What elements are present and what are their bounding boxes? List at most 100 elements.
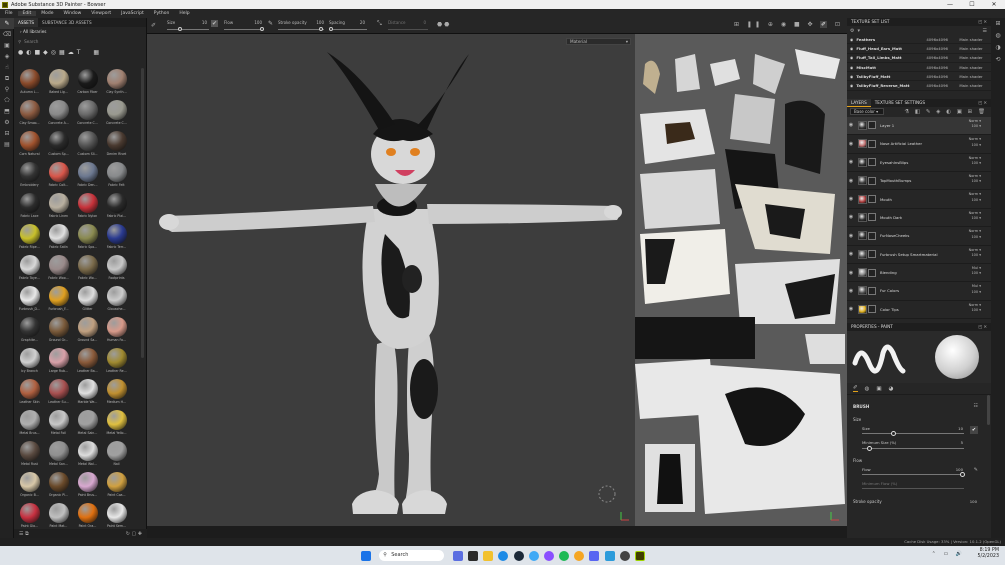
layer-row[interactable]: ◉ Layer 1 Norm ▾ 100 ▾ bbox=[847, 116, 991, 136]
asset-item[interactable]: Ground Sa... bbox=[74, 316, 101, 343]
eye-icon[interactable]: ◉ bbox=[847, 288, 855, 294]
toolbar-stroke-value[interactable]: 100 bbox=[316, 20, 324, 25]
stencil-tab-icon[interactable]: ◕ bbox=[889, 386, 894, 392]
prop-size-slider[interactable] bbox=[891, 431, 896, 437]
filter-environments-icon[interactable]: ☁ bbox=[68, 49, 74, 56]
asset-item[interactable]: Paint Mat... bbox=[45, 502, 72, 529]
layer-blend-opacity[interactable]: Norm ▾ 100 ▾ bbox=[969, 211, 981, 222]
asset-item[interactable]: Fabric Terr... bbox=[103, 223, 130, 250]
layer-name[interactable]: Fur Colors bbox=[880, 288, 950, 293]
paint-tool-icon[interactable]: ✎ bbox=[0, 18, 14, 29]
prop-min-size-slider[interactable] bbox=[867, 446, 872, 452]
toolbar-flow-value[interactable]: 100 bbox=[254, 20, 262, 25]
app-icon-blue[interactable] bbox=[604, 550, 615, 561]
eye-icon[interactable]: ◉ bbox=[847, 214, 855, 220]
smudge-tool-icon[interactable]: ☝ bbox=[0, 62, 14, 73]
display-settings-icon[interactable]: ◍ bbox=[991, 30, 1005, 42]
menu-icon[interactable]: ☰ bbox=[983, 28, 987, 34]
asset-item[interactable]: Fabric Toye... bbox=[16, 254, 43, 281]
toolbar-spacing-slider[interactable] bbox=[329, 27, 333, 31]
asset-item[interactable]: Glitter bbox=[74, 285, 101, 312]
menu-python[interactable]: Python bbox=[149, 11, 175, 16]
layer-name[interactable]: Mouth bbox=[880, 197, 950, 202]
layer-blend-opacity[interactable]: Norm ▾ 100 ▾ bbox=[969, 174, 981, 185]
grid-view-icon[interactable]: ▦ bbox=[93, 49, 99, 56]
app-icon-orange[interactable] bbox=[574, 550, 585, 561]
asset-item[interactable]: Fabric Woo... bbox=[45, 254, 72, 281]
asset-item[interactable]: Fabric Colt... bbox=[45, 161, 72, 188]
camera-icon[interactable]: ⚙ bbox=[0, 117, 14, 128]
asset-item[interactable]: Embroidery bbox=[16, 161, 43, 188]
discord-icon[interactable] bbox=[589, 550, 600, 561]
menu-javascript[interactable]: JavaScript bbox=[116, 11, 149, 16]
size-pressure-toggle[interactable]: ✔ bbox=[970, 426, 978, 435]
substance-painter-icon[interactable] bbox=[635, 550, 646, 561]
asset-item[interactable]: Metal Foil bbox=[45, 409, 72, 436]
asset-item[interactable]: Corn Natural bbox=[16, 130, 43, 157]
asset-item[interactable]: Fabric Wo... bbox=[74, 254, 101, 281]
eraser-tool-icon[interactable]: ⌫ bbox=[0, 29, 14, 40]
eye-icon[interactable]: ◉ bbox=[847, 141, 855, 147]
shader-settings-icon[interactable]: ◑ bbox=[991, 42, 1005, 54]
layer-blend-opacity[interactable]: Norm ▾ 100 ▾ bbox=[969, 303, 981, 314]
layer-mask-thumbnail[interactable] bbox=[868, 286, 876, 295]
menu-edit[interactable]: Edit bbox=[17, 11, 37, 16]
layer-blend-opacity[interactable]: Norm ▾ 100 ▾ bbox=[969, 248, 981, 259]
asset-item[interactable]: Leather Ba... bbox=[74, 347, 101, 374]
menu-mode[interactable]: Mode bbox=[36, 11, 58, 16]
layer-mask-thumbnail[interactable] bbox=[868, 158, 876, 167]
asset-item[interactable]: Paint Sem... bbox=[103, 502, 130, 529]
filter-procedurals-icon[interactable]: ▦ bbox=[59, 49, 65, 56]
refresh-add-icon[interactable]: ↻ ▢ ✚ bbox=[126, 531, 142, 537]
asset-item[interactable]: Medium H... bbox=[103, 378, 130, 405]
layer-actions-icons[interactable]: ⚗ ◧ ✎ ◈ ◐ ▣ ⊞ 🗑 bbox=[904, 109, 987, 115]
eye-icon[interactable]: ◉ bbox=[847, 270, 855, 276]
asset-item[interactable]: Graphite... bbox=[16, 316, 43, 343]
layer-row[interactable]: ◉ Mouth Norm ▾ 100 ▾ bbox=[847, 190, 991, 209]
polyfill-icon[interactable]: ⬠ bbox=[0, 95, 14, 106]
tab-layers[interactable]: LAYERS bbox=[847, 98, 871, 107]
menu-viewport[interactable]: Viewport bbox=[86, 11, 116, 16]
taskbar-search[interactable]: ⚲ Search bbox=[379, 550, 445, 561]
layer-name[interactable]: FurNoseCheeks bbox=[880, 233, 950, 238]
toolbar-stroke-slider[interactable] bbox=[319, 27, 323, 31]
toolbar-size-slider[interactable] bbox=[178, 27, 182, 31]
eye-icon[interactable]: ◉ bbox=[847, 251, 855, 257]
eye-icon[interactable]: ◉ bbox=[847, 306, 855, 312]
texture-set-row[interactable]: ◉ TailbyFluff_Matt 4096x4096 Main shader bbox=[847, 72, 991, 82]
prop-size-value[interactable]: 10 bbox=[958, 426, 963, 431]
asset-item[interactable]: Fabric Spo... bbox=[74, 223, 101, 250]
layer-mask-thumbnail[interactable] bbox=[868, 305, 876, 314]
asset-item[interactable]: Concrete C... bbox=[103, 99, 130, 126]
picker-tool-icon[interactable]: ⚲ bbox=[0, 84, 14, 95]
asset-item[interactable]: Clay Synth... bbox=[103, 68, 130, 95]
tab-assets[interactable]: ASSETS bbox=[14, 18, 39, 27]
texture-set-list-icon[interactable]: ⊞ bbox=[991, 18, 1005, 30]
filter-materials-icon[interactable]: ● bbox=[18, 49, 23, 56]
texture-set-shader[interactable]: Main shader bbox=[959, 46, 982, 51]
asset-item[interactable]: Icy Branch bbox=[16, 347, 43, 374]
texture-set-shader[interactable]: Main shader bbox=[959, 74, 982, 79]
channel-select[interactable]: Base color ▾ bbox=[850, 108, 884, 116]
material-tab-icon[interactable]: ◍ bbox=[865, 386, 870, 392]
layer-blend-opacity[interactable]: Norm ▾ 100 ▾ bbox=[969, 229, 981, 240]
asset-item[interactable]: Nail bbox=[103, 440, 130, 467]
list-view-icon[interactable]: ☰ ⧉ bbox=[19, 531, 29, 537]
asset-item[interactable]: Metal Wal... bbox=[74, 440, 101, 467]
layer-mask-thumbnail[interactable] bbox=[868, 250, 876, 259]
3d-viewport[interactable]: Material ▾ bbox=[147, 34, 635, 526]
asset-item[interactable]: Concrete C... bbox=[74, 99, 101, 126]
asset-item[interactable]: Furbrush_D... bbox=[16, 285, 43, 312]
flow-pressure-toggle[interactable]: ✎ bbox=[974, 467, 978, 473]
edge-icon[interactable] bbox=[498, 550, 509, 561]
filter-textures-icon[interactable]: ■ bbox=[35, 49, 41, 56]
toolbar-flow-slider[interactable] bbox=[260, 27, 264, 31]
asset-item[interactable]: Custom Sp... bbox=[45, 130, 72, 157]
settings-icon[interactable]: ⚙ bbox=[850, 28, 854, 34]
bake-icon[interactable]: ⬒ bbox=[0, 106, 14, 117]
clone-tool-icon[interactable]: ⧉ bbox=[0, 73, 14, 84]
visibility-icon[interactable]: ◉ bbox=[850, 55, 853, 60]
toolbar-spacing-value[interactable]: 20 bbox=[360, 20, 365, 25]
layer-row[interactable]: ◉ Fur Colors Mul ▾ 100 ▾ bbox=[847, 282, 991, 301]
asset-item[interactable]: Marble We... bbox=[74, 378, 101, 405]
